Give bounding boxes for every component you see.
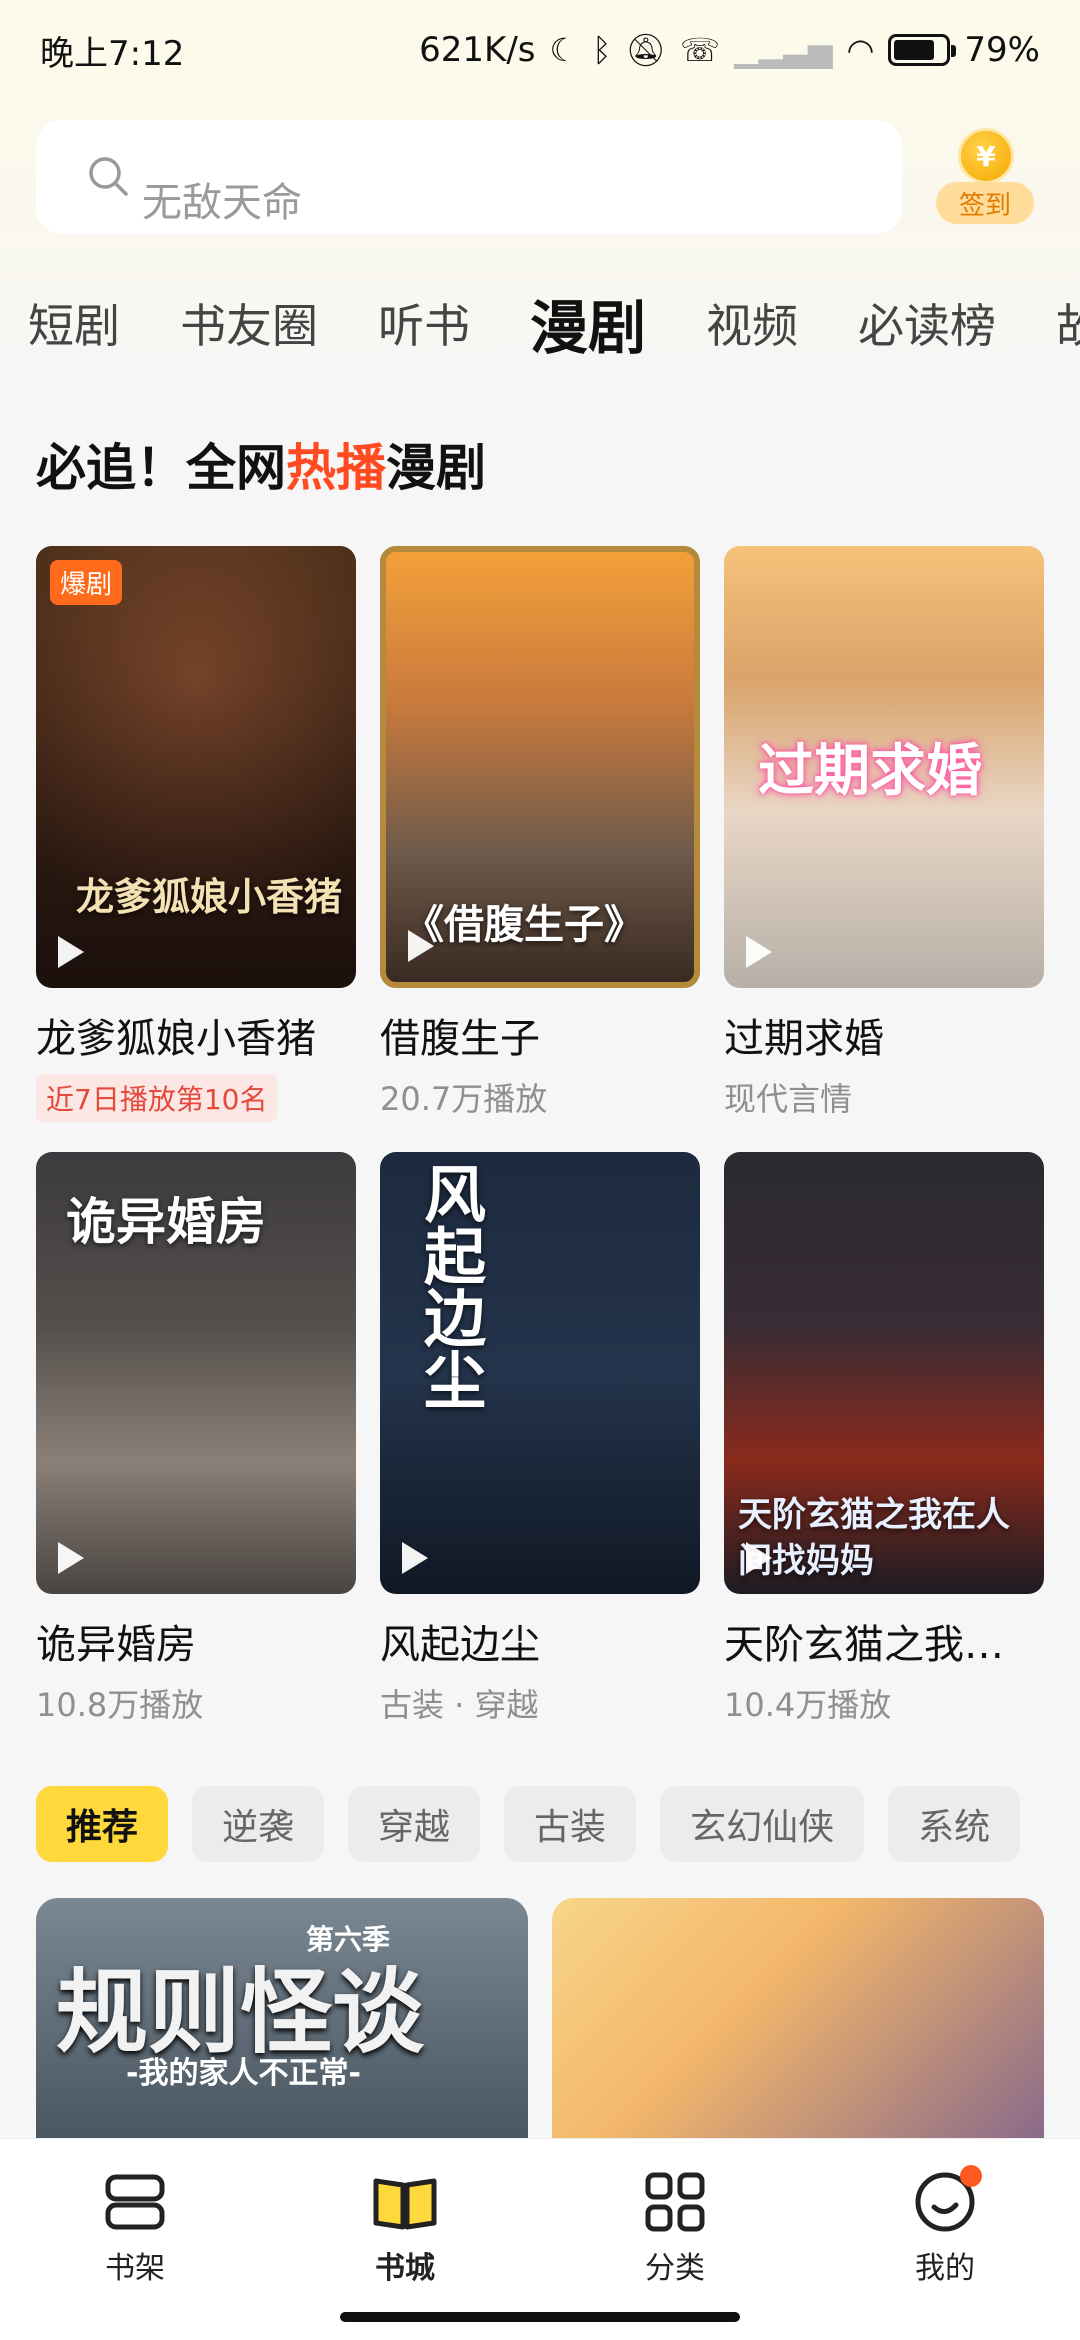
battery-icon	[888, 34, 957, 66]
nav-bookstore[interactable]: 书城	[270, 2139, 540, 2340]
cover-art-text: 风起边尘	[413, 1162, 486, 1410]
drama-title[interactable]: 天阶玄猫之我…	[724, 1612, 1044, 1670]
tab-book-circle[interactable]: 书友圈	[180, 290, 318, 356]
drama-card[interactable]: 诡异婚房 诡异婚房 10.8万播放	[36, 1152, 356, 1726]
nav-category[interactable]: 分类	[540, 2139, 810, 2340]
drama-cover[interactable]: 《借腹生子》	[380, 546, 700, 988]
grid-icon	[645, 2172, 705, 2232]
play-icon	[58, 936, 84, 968]
drama-card[interactable]: 天阶玄猫之我在人间找妈妈 天阶玄猫之我… 10.4万播放	[724, 1152, 1044, 1726]
drama-meta: 10.4万播放	[724, 1686, 892, 1724]
bell-off-icon: 🔕︎	[625, 31, 667, 69]
play-icon	[402, 1542, 428, 1574]
tab-short-drama[interactable]: 短剧	[28, 290, 120, 356]
play-icon	[746, 936, 772, 968]
chip-fantasy[interactable]: 玄幻仙侠	[660, 1786, 865, 1862]
drama-card[interactable]: 爆剧 龙爹狐娘小香猪 龙爹狐娘小香猪 近7日播放第10名	[36, 546, 356, 1122]
section-title-hot: 热播	[286, 439, 386, 497]
drama-meta: 10.8万播放	[36, 1686, 204, 1724]
moon-icon: ☾	[549, 31, 579, 69]
section-title-prefix: 必追！全网	[36, 439, 286, 497]
nav-bookshelf[interactable]: 书架	[0, 2139, 270, 2340]
wifi-icon: ◠	[846, 31, 875, 69]
cover-art-text: 《借腹生子》	[404, 902, 644, 948]
chip-comeback[interactable]: 逆袭	[192, 1786, 325, 1862]
nav-label: 我的	[915, 2251, 975, 2286]
tab-stories[interactable]: 故事	[1056, 290, 1080, 356]
tab-audiobook[interactable]: 听书	[378, 290, 470, 356]
recommend-card[interactable]	[552, 1898, 1044, 2138]
drama-title[interactable]: 风起边尘	[380, 1612, 700, 1670]
category-tabs: 短剧 书友圈 听书 漫剧 视频 必读榜 故事	[0, 278, 1080, 368]
battery-fill	[894, 40, 934, 60]
section-title-suffix: 漫剧	[386, 439, 486, 497]
drama-card[interactable]: 过期求婚 过期求婚 现代言情	[724, 546, 1044, 1120]
cover-shade	[36, 546, 356, 988]
drama-rank-badge: 近7日播放第10名	[36, 1074, 278, 1122]
checkin-label: 签到	[936, 182, 1034, 224]
search-icon	[89, 157, 128, 196]
drama-meta: 20.7万播放	[380, 1080, 548, 1118]
bottom-nav: 书架 书城 分类 我的	[0, 2138, 1080, 2340]
call-icon: ☏	[680, 31, 721, 69]
cover-subtitle: -我的家人不正常-	[126, 2056, 361, 2091]
cover-art-text: 过期求婚	[758, 739, 982, 804]
drama-title[interactable]: 龙爹狐娘小香猪	[36, 1006, 356, 1064]
hot-badge: 爆剧	[50, 560, 123, 605]
chip-ancient[interactable]: 古装	[504, 1786, 637, 1862]
chip-recommend[interactable]: 推荐	[36, 1786, 169, 1862]
drama-cover[interactable]: 诡异婚房	[36, 1152, 356, 1594]
play-icon	[746, 1542, 772, 1574]
coin-icon: ¥	[958, 128, 1014, 184]
drama-meta: 古装 · 穿越	[380, 1686, 539, 1724]
status-icons: 621K/s ☾ ᛒ 🔕︎ ☏ ▁▂▃▅ ◠ 79%	[419, 30, 1040, 70]
signal-icon: ▁▂▃▅	[734, 31, 833, 69]
status-bar: 晚上7:12 621K/s ☾ ᛒ 🔕︎ ☏ ▁▂▃▅ ◠ 79%	[0, 0, 1080, 100]
drama-title[interactable]: 诡异婚房	[36, 1612, 356, 1670]
cover-art-text: 诡异婚房	[66, 1193, 266, 1251]
drama-meta: 现代言情	[724, 1080, 853, 1118]
drama-cover[interactable]: 过期求婚	[724, 546, 1044, 988]
search-placeholder: 无敌天命	[142, 180, 302, 226]
nav-profile[interactable]: 我的	[810, 2139, 1080, 2340]
battery-percent: 79%	[964, 30, 1040, 70]
drama-cover[interactable]: 爆剧 龙爹狐娘小香猪	[36, 546, 356, 988]
drama-cover[interactable]: 天阶玄猫之我在人间找妈妈	[724, 1152, 1044, 1594]
drama-title[interactable]: 借腹生子	[380, 1006, 700, 1064]
nav-label: 书架	[105, 2251, 165, 2286]
search-input[interactable]: 无敌天命	[36, 120, 902, 234]
open-book-icon	[373, 2178, 437, 2230]
nav-label: 分类	[645, 2251, 705, 2286]
recommend-card[interactable]: 第六季 规则怪谈 -我的家人不正常-	[36, 1898, 528, 2138]
bookshelf-icon	[105, 2174, 165, 2230]
recommend-feed: 第六季 规则怪谈 -我的家人不正常-	[36, 1898, 1044, 2138]
home-indicator[interactable]	[340, 2312, 740, 2322]
chip-time-travel[interactable]: 穿越	[348, 1786, 481, 1862]
tab-must-read[interactable]: 必读榜	[858, 290, 996, 356]
checkin-button[interactable]: ¥ 签到	[936, 128, 1034, 228]
tab-video[interactable]: 视频	[706, 290, 798, 356]
bluetooth-icon: ᛒ	[592, 31, 612, 69]
section-title: 必追！全网热播漫剧	[36, 428, 486, 500]
drama-card[interactable]: 风起边尘 风起边尘 古装 · 穿越	[380, 1152, 700, 1726]
status-time: 晚上7:12	[40, 33, 185, 74]
cover-art-text: 龙爹狐娘小香猪	[76, 875, 343, 919]
cover-art-text: 天阶玄猫之我在人间找妈妈	[738, 1495, 1010, 1581]
drama-title[interactable]: 过期求婚	[724, 1006, 1044, 1064]
nav-label: 书城	[375, 2251, 435, 2286]
play-icon	[408, 930, 434, 962]
genre-chips: 推荐 逆袭 穿越 古装 玄幻仙侠 系统	[36, 1786, 1080, 1864]
chip-system[interactable]: 系统	[888, 1786, 1021, 1862]
notification-dot	[960, 2165, 982, 2187]
drama-cover[interactable]: 风起边尘	[380, 1152, 700, 1594]
network-speed: 621K/s	[419, 30, 536, 70]
drama-card[interactable]: 《借腹生子》 借腹生子 20.7万播放	[380, 546, 700, 1120]
play-icon	[58, 1542, 84, 1574]
tab-comic-drama[interactable]: 漫剧	[530, 281, 646, 365]
